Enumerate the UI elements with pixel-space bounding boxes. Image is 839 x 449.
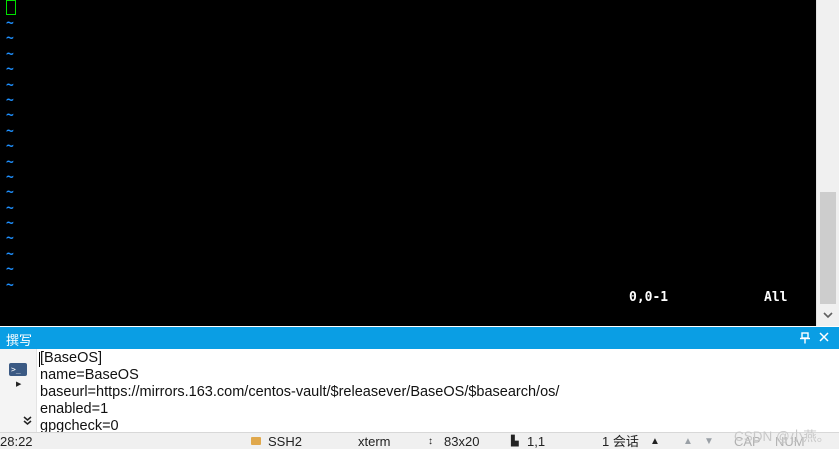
compose-side-toolbar: >_ ▶ [0,349,37,432]
terminal-prompt-icon[interactable]: >_ [9,363,27,376]
cursor-position-icon: ▙ [511,436,519,447]
tilde-marker: ~ [6,77,14,93]
compose-line: [BaseOS] [40,350,103,366]
pin-icon[interactable] [799,330,811,346]
tilde-marker: ~ [6,31,14,47]
tilde-marker: ~ [6,123,14,139]
block-cursor [6,0,16,15]
resize-icon: ↕ [428,436,433,447]
session-count-label[interactable]: 1 会话 [602,434,639,449]
compose-text-area[interactable]: [BaseOS] name=BaseOS baseurl=https://mir… [40,350,559,432]
session-menu-icon[interactable]: ▲ [650,434,660,449]
compose-panel-body[interactable]: >_ ▶ [BaseOS] name=BaseOS baseurl=https:… [0,349,839,432]
empty-line-markers: ~ ~ ~ ~ ~ ~ ~ ~ ~ ~ ~ ~ ~ ~ ~ ~ ~ ~ [6,16,14,293]
cursor-position-label: 1,1 [527,434,546,449]
next-session-icon[interactable]: ▼ [704,434,714,449]
watermark-text: CSDN @小燕。 [734,429,831,444]
scroll-down-button[interactable] [817,306,839,324]
previous-session-icon[interactable]: ▲ [683,434,693,449]
tilde-marker: ~ [6,46,14,62]
vim-ruler-scroll: All [764,290,788,305]
tilde-marker: ~ [6,92,14,108]
tilde-marker: ~ [6,154,14,170]
status-bar: 28:22 SSH2 xterm ↕ 83x20 ▙ 1,1 1 会话 ▲ ▲ … [0,432,839,449]
compose-panel-title: 撰写 [6,333,33,348]
tilde-marker: ~ [6,139,14,155]
compose-line: baseurl=https://mirrors.163.com/centos-v… [40,384,560,400]
terminal-type-label: xterm [358,434,391,449]
tilde-marker: ~ [6,277,14,293]
chevron-down-icon [823,311,833,318]
vertical-scrollbar[interactable] [816,0,839,326]
collapse-arrow-icon[interactable] [23,416,32,429]
close-icon[interactable] [817,329,831,345]
compose-line: gpgcheck=0 [40,418,119,432]
tilde-marker: ~ [6,108,14,124]
tilde-marker: ~ [6,231,14,247]
compose-line: name=BaseOS [40,367,139,383]
lock-icon [251,437,261,445]
terminal-size-label: 83x20 [444,434,480,449]
tilde-marker: ~ [6,216,14,232]
tilde-marker: ~ [6,185,14,201]
tilde-marker: ~ [6,169,14,185]
expand-arrow-icon[interactable]: ▶ [16,380,21,388]
compose-panel-header: 撰写 [0,327,839,349]
vim-ruler-position: 0,0-1 [629,290,669,305]
tilde-marker: ~ [6,262,14,278]
compose-line: enabled=1 [40,401,109,417]
scrollbar-thumb[interactable] [820,192,836,304]
tilde-marker: ~ [6,16,14,31]
terminal-viewport[interactable]: ~ ~ ~ ~ ~ ~ ~ ~ ~ ~ ~ ~ ~ ~ ~ ~ ~ ~ 0,0-1 All [0,0,816,326]
tilde-marker: ~ [6,62,14,78]
tilde-marker: ~ [6,200,14,216]
session-time: 28:22 [0,434,33,449]
tilde-marker: ~ [6,246,14,262]
protocol-label: SSH2 [268,434,302,449]
